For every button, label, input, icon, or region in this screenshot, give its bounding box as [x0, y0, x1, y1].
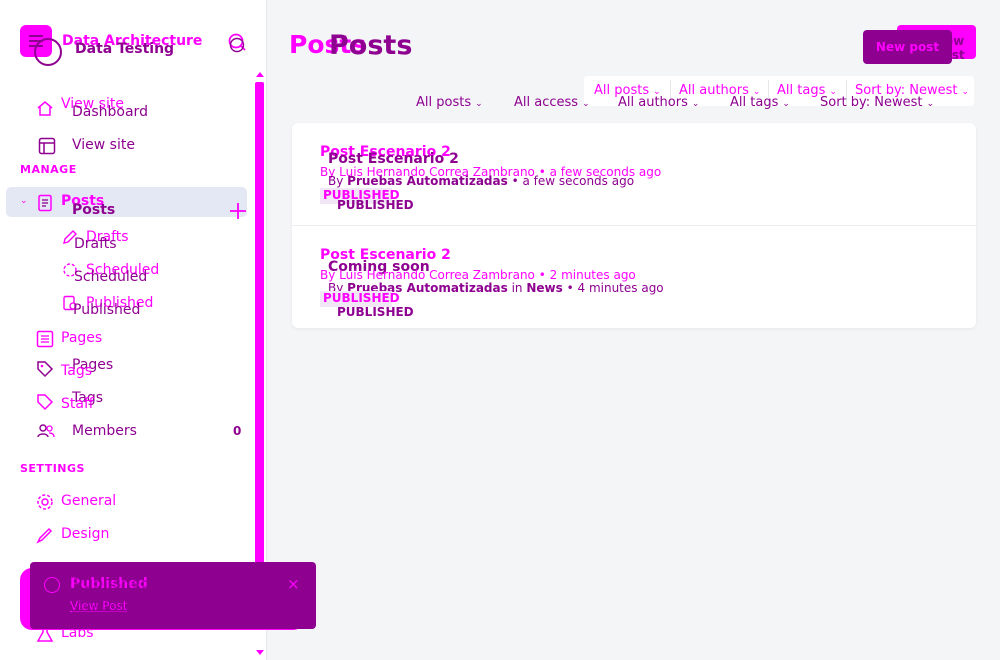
toast-view-post-link-overlay[interactable]: View Post — [72, 599, 129, 613]
scroll-down-icon[interactable] — [256, 650, 264, 655]
nav-staff-overlay[interactable]: Staff — [61, 396, 94, 412]
nav-pages-overlay[interactable]: Pages — [61, 330, 102, 346]
section-manage: MANAGE — [20, 163, 77, 176]
post-meta-overlay: By Luis Hernando Correa Zambrano • 2 min… — [320, 268, 636, 282]
view-site-icon — [38, 137, 56, 155]
page-title: Posts — [329, 30, 413, 61]
filter-all-authors[interactable]: All authors ⌄ — [618, 95, 699, 110]
nav-scheduled[interactable]: Scheduled — [74, 269, 147, 285]
pages-icon — [36, 330, 54, 348]
sidebar: Data Architecture Data Testing View site… — [0, 0, 267, 660]
tag-icon — [37, 361, 54, 378]
nav-view-site[interactable]: View site — [72, 137, 135, 153]
status-badge-overlay: PUBLISHED — [323, 291, 400, 305]
members-icon — [37, 424, 55, 438]
staff-icon — [37, 394, 54, 411]
new-post-button[interactable]: New post — [863, 30, 952, 64]
posts-icon — [38, 194, 52, 212]
section-settings: SETTINGS — [20, 462, 85, 475]
site-icon-ring — [34, 38, 62, 66]
brush-icon — [36, 527, 53, 544]
nav-members[interactable]: Members — [72, 423, 137, 439]
status-badge: PUBLISHED — [337, 198, 414, 212]
filter-all-access[interactable]: All access ⌄ — [514, 95, 590, 110]
toast-close-icon[interactable]: × — [287, 575, 300, 593]
add-post-icon[interactable] — [229, 202, 247, 220]
status-badge: PUBLISHED — [337, 305, 414, 319]
home-icon — [37, 101, 53, 116]
filter-all-posts[interactable]: All posts ⌄ — [416, 95, 483, 110]
scrollbar-thumb[interactable] — [255, 82, 264, 568]
post-meta: By Pruebas Automatizadas • a few seconds… — [328, 174, 635, 188]
row-divider — [292, 225, 976, 226]
toast-title-overlay: Published — [73, 576, 151, 592]
nav-drafts[interactable]: Drafts — [74, 236, 117, 252]
scroll-up-icon[interactable] — [256, 72, 264, 77]
nav-posts[interactable]: Posts — [72, 202, 115, 218]
check-circle-icon — [44, 577, 60, 593]
nav-design[interactable]: Design — [61, 526, 109, 542]
nav-tags-overlay[interactable]: Tags — [61, 363, 92, 379]
members-count: 0 — [233, 424, 242, 438]
site-title-overlay: Data Testing — [75, 41, 175, 57]
gear-icon — [37, 494, 53, 510]
filter-all-tags[interactable]: All tags ⌄ — [730, 95, 790, 110]
search-icon[interactable] — [227, 32, 247, 56]
publish-toast: Published Published View Post View Post … — [30, 562, 316, 629]
filter-sort[interactable]: Sort by: Newest ⌄ — [820, 95, 934, 110]
nav-general[interactable]: General — [61, 493, 116, 509]
nav-dashboard[interactable]: Dashboard — [72, 104, 148, 120]
nav-published[interactable]: Published — [73, 302, 140, 318]
chevron-down-icon[interactable]: ⌄ — [20, 196, 28, 206]
